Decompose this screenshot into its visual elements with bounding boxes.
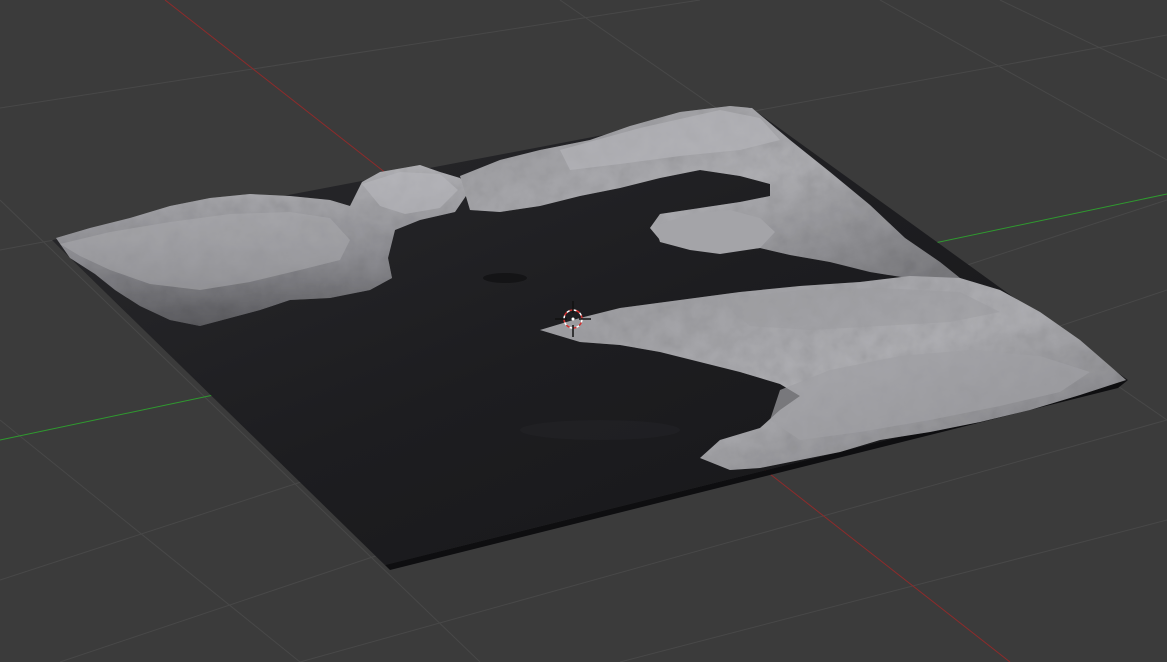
- terrain-mesh[interactable]: [52, 106, 1128, 570]
- viewport-canvas[interactable]: [0, 0, 1167, 662]
- 3d-viewport[interactable]: [0, 0, 1167, 662]
